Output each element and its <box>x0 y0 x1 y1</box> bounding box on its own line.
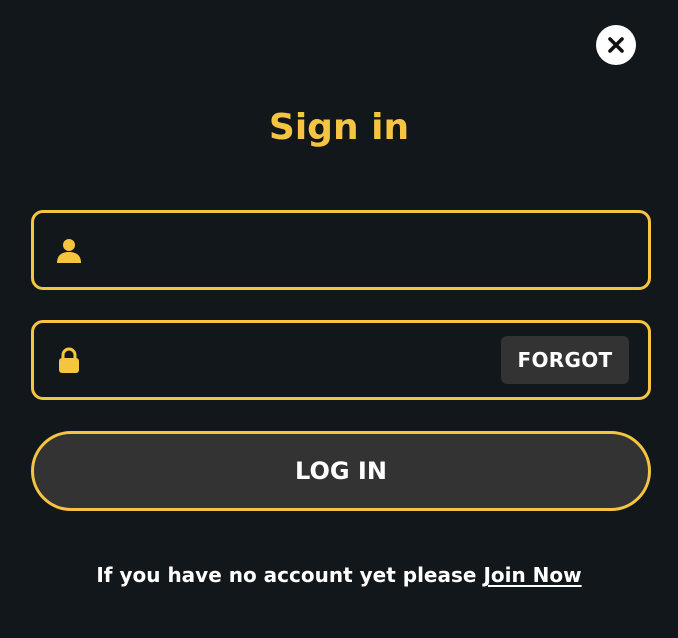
forgot-password-button[interactable]: FORGOT <box>501 336 629 384</box>
sign-in-modal: Sign in FORGOT LOG IN If you have no acc… <box>0 0 678 638</box>
close-button[interactable] <box>596 25 636 65</box>
join-now-link[interactable]: Join Now <box>483 563 581 587</box>
close-icon <box>608 37 624 53</box>
page-title: Sign in <box>268 107 410 148</box>
lock-icon <box>55 346 83 374</box>
password-field[interactable]: FORGOT <box>31 320 651 400</box>
username-input[interactable] <box>100 213 500 287</box>
login-button[interactable]: LOG IN <box>31 431 651 511</box>
user-icon <box>55 236 83 264</box>
signup-prompt-text: If you have no account yet please <box>96 563 477 587</box>
username-field[interactable] <box>31 210 651 290</box>
password-input[interactable] <box>100 323 500 397</box>
signup-prompt: If you have no account yet please Join N… <box>0 560 678 590</box>
